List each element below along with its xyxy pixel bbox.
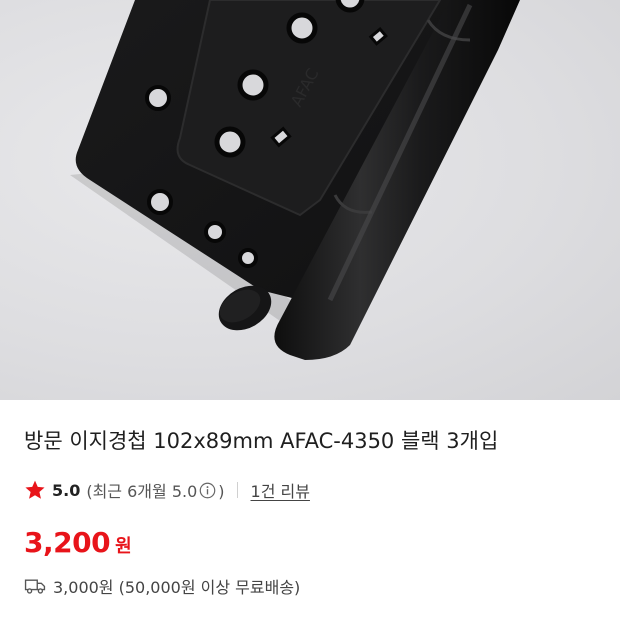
- rating-score: 5.0: [52, 480, 81, 500]
- rating-recent: (최근 6개월 5.0): [86, 478, 224, 502]
- price-unit: 원: [115, 536, 132, 557]
- price-row: 3,200 원: [24, 526, 132, 559]
- hinge-illustration: AFAC: [70, 0, 520, 360]
- rating-recent-close: ): [218, 482, 225, 501]
- product-title: 방문 이지경첩 102x89mm AFAC-4350 블랙 3개입: [24, 429, 499, 453]
- rating-divider: [236, 482, 238, 498]
- star-icon: [25, 480, 45, 499]
- rating-recent-label: (최근 6개월 5.0: [86, 482, 198, 501]
- price-value: 3,200: [24, 526, 111, 559]
- truck-icon: [24, 579, 46, 594]
- info-icon[interactable]: [199, 482, 216, 499]
- shipping-row: 3,000원 (50,000원 이상 무료배송): [24, 574, 300, 598]
- shipping-fee: 3,000원 (50,000원 이상 무료배송): [53, 578, 301, 597]
- product-image[interactable]: AFAC: [0, 0, 620, 400]
- review-count-link[interactable]: 1건 리뷰: [251, 478, 310, 502]
- rating-row: 5.0 (최근 6개월 5.0) 1건 리뷰: [24, 477, 310, 503]
